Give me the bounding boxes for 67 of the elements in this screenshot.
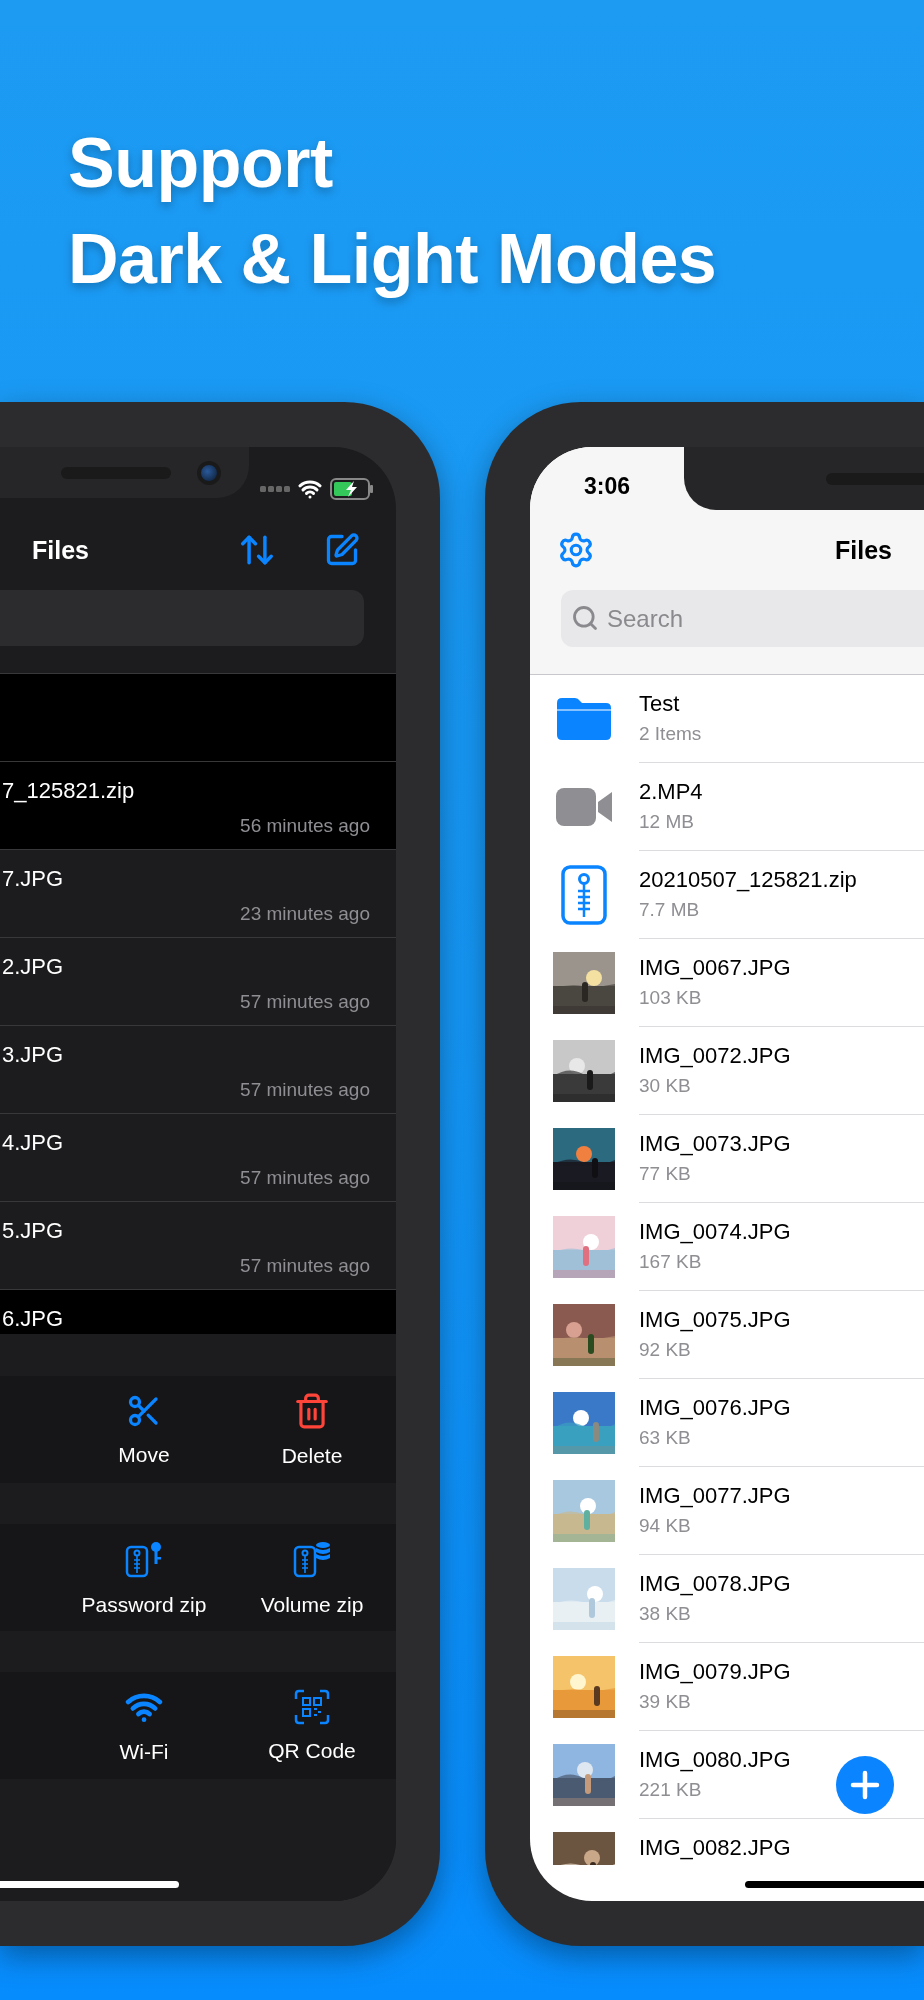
signal-icon	[260, 485, 290, 493]
file-detail: 63 KB	[639, 1427, 691, 1449]
file-detail: 2 Items	[639, 723, 702, 745]
action-button[interactable]: Delete	[228, 1376, 396, 1483]
file-name[interactable]: IMG_0072.JPG	[639, 1043, 791, 1069]
action-button[interactable]: Wi-Fi	[60, 1672, 228, 1779]
status-time: 3:06	[582, 472, 631, 500]
file-name: 7_125821.zip	[2, 778, 136, 804]
file-name[interactable]: IMG_0073.JPG	[639, 1131, 791, 1157]
file-detail: 167 KB	[639, 1251, 702, 1273]
file-detail: 103 KB	[639, 987, 702, 1009]
headline: Support	[68, 123, 334, 204]
file-name: 6.JPG	[2, 1306, 65, 1332]
modified-time: 57 minutes ago	[240, 1255, 370, 1277]
file-name[interactable]: IMG_0074.JPG	[639, 1219, 791, 1245]
camera-lens	[197, 460, 221, 485]
modified-time: 57 minutes ago	[240, 991, 370, 1013]
settings-button[interactable]	[557, 531, 595, 569]
file-name: 5.JPG	[2, 1218, 65, 1244]
file-name: 2.JPG	[2, 954, 65, 980]
modified-time: 56 minutes ago	[240, 815, 370, 837]
file-name: 7.JPG	[2, 866, 65, 892]
file-detail: 39 KB	[639, 1691, 691, 1713]
file-name[interactable]: IMG_0079.JPG	[639, 1659, 791, 1685]
battery-charging-icon	[330, 478, 374, 500]
file-name[interactable]: 20210507_125821.zip	[639, 867, 857, 893]
action-button[interactable]: Move	[60, 1376, 228, 1483]
action-button[interactable]: Password zip	[60, 1524, 228, 1631]
file-detail: 94 KB	[639, 1515, 691, 1537]
file-name[interactable]: IMG_0076.JPG	[639, 1395, 791, 1421]
file-detail: 92 KB	[639, 1339, 691, 1361]
file-detail: 221 KB	[639, 1779, 702, 1801]
trash-icon	[293, 1391, 331, 1430]
search-icon	[571, 604, 599, 632]
file-name: 3.JPG	[2, 1042, 65, 1068]
file-name[interactable]: IMG_0077.JPG	[639, 1483, 791, 1509]
file-name[interactable]: IMG_0080.JPG	[639, 1747, 791, 1773]
nav-title: Files	[32, 535, 89, 565]
file-detail: 7.7 MB	[639, 899, 700, 921]
file-detail: 12 MB	[639, 811, 694, 833]
file-name: 4.JPG	[2, 1130, 65, 1156]
zip-file-icon	[561, 864, 607, 925]
file-row[interactable]: 7_125821.zip 56 minutes ago	[0, 762, 396, 850]
file-name[interactable]: IMG_0082.JPG	[639, 1835, 791, 1861]
file-name[interactable]: 2.MP4	[639, 779, 703, 805]
compose-button[interactable]	[324, 532, 360, 568]
nav-title: Files	[835, 535, 892, 565]
file-detail: 77 KB	[639, 1163, 691, 1185]
file-name[interactable]: IMG_0078.JPG	[639, 1571, 791, 1597]
file-name[interactable]: Test	[639, 691, 680, 717]
action-button[interactable]: Volume zip	[228, 1524, 396, 1631]
headline: Dark & Light Modes	[68, 219, 718, 300]
video-camera-icon	[556, 787, 612, 826]
file-name[interactable]: IMG_0067.JPG	[639, 955, 791, 981]
qr-code-icon	[294, 1688, 330, 1725]
file-detail: 38 KB	[639, 1603, 691, 1625]
file-name[interactable]: IMG_0075.JPG	[639, 1307, 791, 1333]
search-field[interactable]: Search	[561, 590, 924, 647]
plus-icon	[850, 1770, 880, 1800]
action-button[interactable]: QR Code	[228, 1672, 396, 1779]
file-detail: 30 KB	[639, 1075, 691, 1097]
modified-time: 57 minutes ago	[240, 1167, 370, 1189]
folder-icon	[557, 697, 611, 740]
add-button[interactable]	[836, 1756, 894, 1814]
file-row[interactable]: 6.JPG	[0, 1290, 396, 1334]
modified-time: 57 minutes ago	[240, 1079, 370, 1101]
modified-time: 23 minutes ago	[240, 903, 370, 925]
